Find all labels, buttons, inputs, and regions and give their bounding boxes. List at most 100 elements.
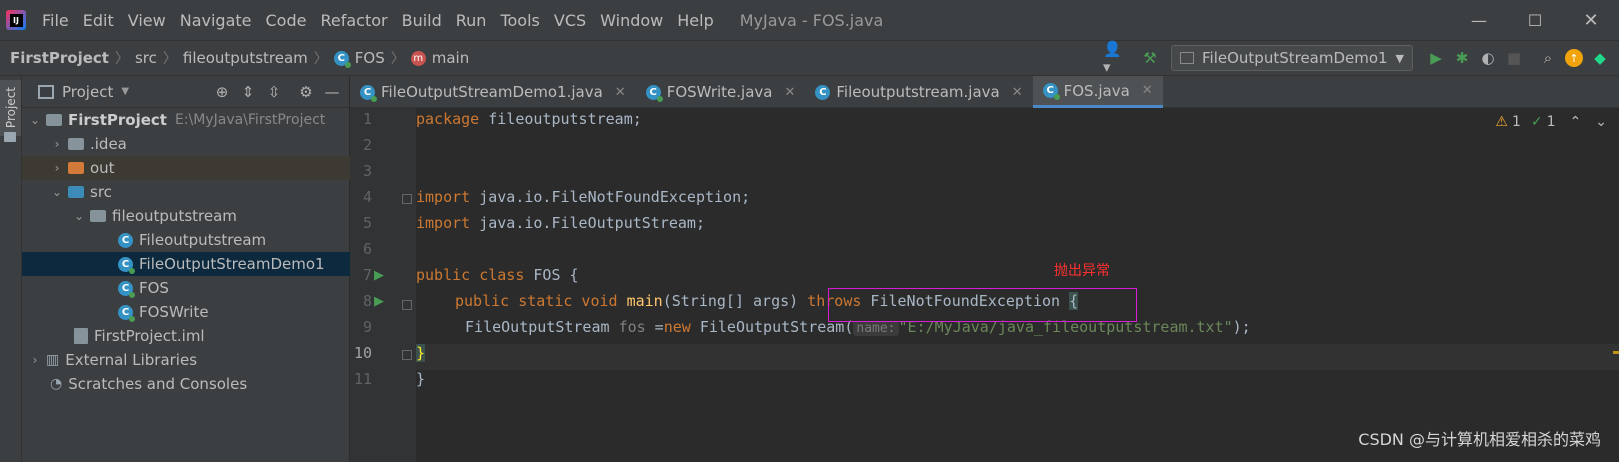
- debug-bug-icon[interactable]: ✱: [1449, 45, 1475, 71]
- window-title: MyJava - FOS.java: [739, 10, 884, 30]
- tab-fileoutputstream[interactable]: C Fileoutputstream.java ✕: [805, 76, 1032, 108]
- chevron-down-icon[interactable]: ⌄: [1595, 114, 1607, 130]
- folder-orange-icon: [68, 162, 84, 174]
- breadcrumb-separator-icon: 〉: [162, 51, 177, 67]
- menu-build[interactable]: Build: [402, 11, 442, 30]
- project-view-icon: [38, 84, 54, 99]
- breadcrumb-src[interactable]: src: [135, 49, 157, 67]
- tree-item-label: Fileoutputstream: [139, 231, 267, 249]
- expand-all-icon[interactable]: ⇕: [235, 79, 261, 105]
- tree-item-scratches[interactable]: ◔ Scratches and Consoles: [22, 372, 350, 396]
- tree-item-external-libraries[interactable]: › ▥ External Libraries: [22, 348, 350, 372]
- run-icon[interactable]: ▶: [1423, 45, 1449, 71]
- line-number: 5: [362, 214, 372, 232]
- menu-edit[interactable]: Edit: [83, 11, 114, 30]
- tree-item-out[interactable]: › out: [22, 156, 350, 180]
- tree-item-class-fos[interactable]: C FOS: [22, 276, 350, 300]
- menu-window[interactable]: Window: [600, 11, 663, 30]
- run-config-select[interactable]: FileOutputStreamDemo1 ▼: [1171, 45, 1413, 71]
- tree-item-iml[interactable]: FirstProject.iml: [22, 324, 350, 348]
- close-icon[interactable]: ✕: [1142, 83, 1153, 98]
- hide-icon[interactable]: —: [319, 79, 345, 105]
- tree-item-path: E:\MyJava\FirstProject: [174, 112, 326, 128]
- search-icon[interactable]: ⌕: [1535, 45, 1561, 71]
- parameter-hint: name:: [853, 321, 899, 336]
- breadcrumb-separator-icon: 〉: [390, 51, 405, 67]
- breadcrumb-method[interactable]: m main: [410, 49, 470, 67]
- account-icon[interactable]: 👤▾: [1103, 40, 1129, 76]
- class-run-icon: C: [1042, 83, 1060, 100]
- tree-item-label: Scratches and Consoles: [68, 375, 248, 393]
- gear-icon[interactable]: ⚙: [293, 79, 319, 105]
- run-config-label: FileOutputStreamDemo1: [1202, 49, 1388, 67]
- keyword-token: public static void: [455, 292, 618, 310]
- chevron-down-icon: ⌄: [73, 209, 85, 223]
- collapse-all-icon[interactable]: ⇳: [261, 79, 287, 105]
- menu-file[interactable]: File: [42, 11, 69, 30]
- tree-item-firstproject[interactable]: ⌄ FirstProject E:\MyJava\FirstProject: [22, 108, 350, 132]
- line-number: 3: [362, 162, 372, 180]
- breadcrumb-class-label: FOS: [354, 49, 385, 67]
- minimize-icon[interactable]: —: [1451, 11, 1507, 30]
- ok-count: 1: [1546, 114, 1556, 130]
- tree-item-class-fileoutputstreamdemo1[interactable]: C FileOutputStreamDemo1: [22, 252, 350, 276]
- close-icon[interactable]: ✕: [1563, 10, 1619, 31]
- fold-icon[interactable]: [402, 350, 412, 360]
- variable-token: fos: [618, 318, 646, 336]
- class-run-icon: C: [118, 304, 135, 322]
- plugin-icon[interactable]: ◆: [1587, 45, 1613, 71]
- project-panel-title[interactable]: Project: [62, 83, 113, 101]
- breadcrumb-package[interactable]: fileoutputstream: [183, 49, 308, 67]
- tab-label: FOS.java: [1063, 81, 1130, 100]
- menu-tools[interactable]: Tools: [500, 11, 539, 30]
- tab-fileoutputstreamdemo1[interactable]: C FileOutputStreamDemo1.java ✕: [350, 76, 636, 108]
- menu-run[interactable]: Run: [456, 11, 487, 30]
- close-icon[interactable]: ✕: [1012, 85, 1023, 100]
- brace-token: }: [416, 370, 426, 388]
- caret-line-highlight: [416, 344, 1619, 370]
- class-run-icon: C: [118, 280, 135, 298]
- locate-icon[interactable]: ⊕: [209, 79, 235, 105]
- maximize-icon[interactable]: ☐: [1507, 11, 1563, 30]
- inspection-widget[interactable]: ⚠ 1 ✓ 1 ⌃ ⌄: [1495, 114, 1607, 130]
- tree-item-label: fileoutputstream: [112, 207, 237, 225]
- menu-code[interactable]: Code: [266, 11, 307, 30]
- breadcrumb-project[interactable]: FirstProject: [10, 49, 109, 67]
- tree-item-idea[interactable]: › .idea: [22, 132, 350, 156]
- watermark: CSDN @与计算机相爱相杀的菜鸡: [1358, 430, 1601, 449]
- line-number: 11: [353, 370, 372, 388]
- menu-navigate[interactable]: Navigate: [180, 11, 252, 30]
- annotation-label: 抛出异常: [1054, 263, 1110, 279]
- update-icon[interactable]: ↑: [1561, 45, 1587, 71]
- code-editor[interactable]: package fileoutputstream; import java.io…: [416, 108, 1619, 462]
- coverage-icon[interactable]: ◐: [1475, 45, 1501, 71]
- stop-icon[interactable]: ■: [1501, 45, 1527, 71]
- fold-icon[interactable]: [402, 300, 412, 310]
- menu-view[interactable]: View: [128, 11, 166, 30]
- menu-refactor[interactable]: Refactor: [320, 11, 387, 30]
- close-icon[interactable]: ✕: [615, 85, 626, 100]
- project-tool-button[interactable]: Project: [0, 80, 21, 136]
- code-token: (String[] args): [662, 292, 808, 310]
- build-hammer-icon[interactable]: ⚒: [1137, 45, 1163, 71]
- tab-fos[interactable]: C FOS.java ✕: [1032, 76, 1163, 108]
- tab-foswrite[interactable]: C FOSWrite.java ✕: [636, 76, 806, 108]
- breadcrumb-class[interactable]: C FOS: [333, 49, 385, 68]
- fold-icon[interactable]: [402, 194, 412, 204]
- tool-window-stripe: Project: [0, 76, 22, 462]
- code-token: java.io.FileNotFoundException;: [470, 188, 751, 206]
- tree-item-class-fileoutputstream[interactable]: C Fileoutputstream: [22, 228, 350, 252]
- close-icon[interactable]: ✕: [784, 85, 795, 100]
- project-panel-header: Project ▼ ⊕ ⇕ ⇳ ⚙ —: [22, 76, 349, 108]
- menu-help[interactable]: Help: [677, 11, 713, 30]
- breadcrumb-method-label: main: [431, 49, 470, 67]
- run-gutter-icon[interactable]: ▶: [374, 294, 384, 309]
- chevron-down-icon[interactable]: ▼: [121, 86, 129, 97]
- menu-vcs[interactable]: VCS: [554, 11, 586, 30]
- code-line-10: }: [416, 344, 426, 362]
- tree-item-class-foswrite[interactable]: C FOSWrite: [22, 300, 350, 324]
- chevron-up-icon[interactable]: ⌃: [1570, 114, 1582, 130]
- run-gutter-icon[interactable]: ▶: [374, 268, 384, 283]
- tree-item-fileoutputstream[interactable]: ⌄ fileoutputstream: [22, 204, 350, 228]
- tree-item-src[interactable]: ⌄ src: [22, 180, 350, 204]
